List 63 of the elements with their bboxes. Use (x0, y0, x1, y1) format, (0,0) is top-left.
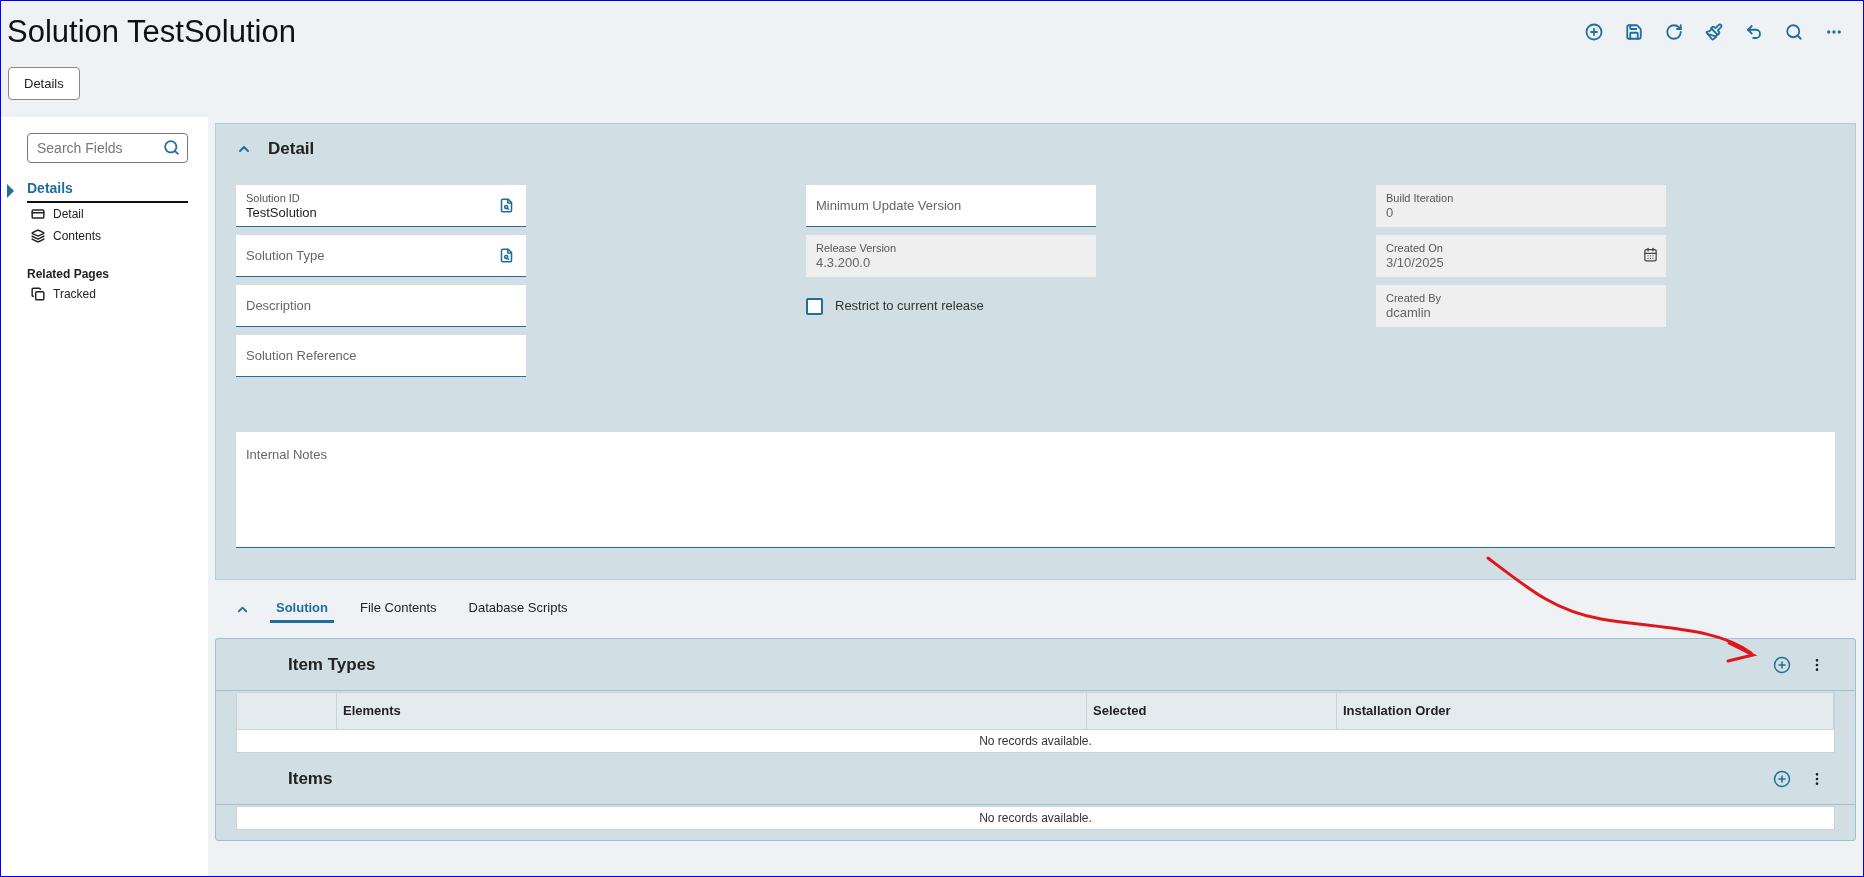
add-icon[interactable] (1773, 655, 1791, 674)
section-title: Detail (268, 138, 315, 161)
add-icon[interactable] (1585, 23, 1603, 41)
form-field[interactable]: Solution Type (236, 235, 526, 277)
brush-icon[interactable] (1705, 23, 1723, 41)
field-label: Created On (1386, 241, 1444, 255)
field-label: Solution Reference (246, 346, 358, 365)
search-icon[interactable] (163, 139, 180, 156)
column-header: Installation Order (1337, 693, 1834, 729)
selected-caret-icon (7, 183, 14, 198)
form-field[interactable]: Solution ID TestSolution (236, 185, 526, 227)
field-label: Solution ID (246, 190, 301, 205)
lookup-icon[interactable] (499, 248, 514, 263)
save-icon[interactable] (1625, 23, 1643, 41)
search-field[interactable]: Search Fields (27, 133, 188, 163)
field-value: 3/10/2025 (1386, 255, 1445, 271)
field-value: 0 (1386, 205, 1395, 221)
nav-item[interactable]: Tracked (53, 285, 96, 303)
checkbox-label: Restrict to current release (835, 297, 984, 316)
checkbox[interactable] (806, 297, 823, 315)
tab[interactable]: Database Scripts (462, 594, 574, 624)
form-field[interactable]: Created By dcamlin (1376, 285, 1666, 327)
form-field[interactable]: Solution Reference (236, 335, 526, 377)
field-value: 4.3.200.0 (816, 255, 872, 271)
nav-item[interactable]: Detail (53, 205, 84, 223)
field-value: TestSolution (246, 204, 318, 221)
pages-icon (31, 287, 45, 301)
details-button[interactable]: Details (8, 67, 80, 100)
refresh-icon[interactable] (1665, 23, 1683, 41)
nav-item[interactable]: Contents (53, 227, 102, 245)
add-icon[interactable] (1773, 769, 1791, 788)
form-field[interactable]: Created On 3/10/2025 (1376, 235, 1666, 277)
calendar-icon[interactable] (1643, 247, 1658, 262)
empty-message: No records available. (979, 733, 1092, 750)
layers-icon (31, 229, 45, 243)
grid-title: Items (288, 767, 334, 790)
undo-icon[interactable] (1745, 23, 1763, 41)
empty-message: No records available. (979, 810, 1092, 827)
page-title: Solution TestSolution (7, 12, 297, 51)
column-header: Elements (337, 693, 1087, 729)
field-label: Internal Notes (246, 447, 327, 462)
lookup-icon[interactable] (499, 198, 514, 213)
section-heading[interactable]: Details (27, 178, 188, 203)
section-heading[interactable]: Related Pages (27, 257, 110, 283)
form-field[interactable]: Release Version 4.3.200.0 (806, 235, 1096, 277)
tab[interactable]: File Contents (354, 594, 443, 624)
card-icon (31, 207, 45, 221)
tab[interactable]: Solution (270, 594, 334, 624)
field-label: Created By (1386, 291, 1443, 305)
field-label: Solution Type (246, 246, 326, 265)
field-label: Description (246, 296, 313, 315)
form-field[interactable]: Build Iteration 0 (1376, 185, 1666, 227)
field-label: Minimum Update Version (816, 196, 963, 215)
search-icon[interactable] (1785, 23, 1803, 41)
form-field[interactable]: Minimum Update Version (806, 185, 1096, 227)
notes-field[interactable]: Internal Notes (236, 432, 1835, 548)
grid-title: Item Types (288, 653, 377, 676)
field-label: Build Iteration (1386, 191, 1455, 205)
field-label: Release Version (816, 241, 898, 255)
restrict-checkbox[interactable]: Restrict to current release (806, 285, 1376, 327)
column-header: Selected (1087, 693, 1337, 729)
form-field[interactable]: Description (236, 285, 526, 327)
field-value: dcamlin (1386, 305, 1432, 321)
